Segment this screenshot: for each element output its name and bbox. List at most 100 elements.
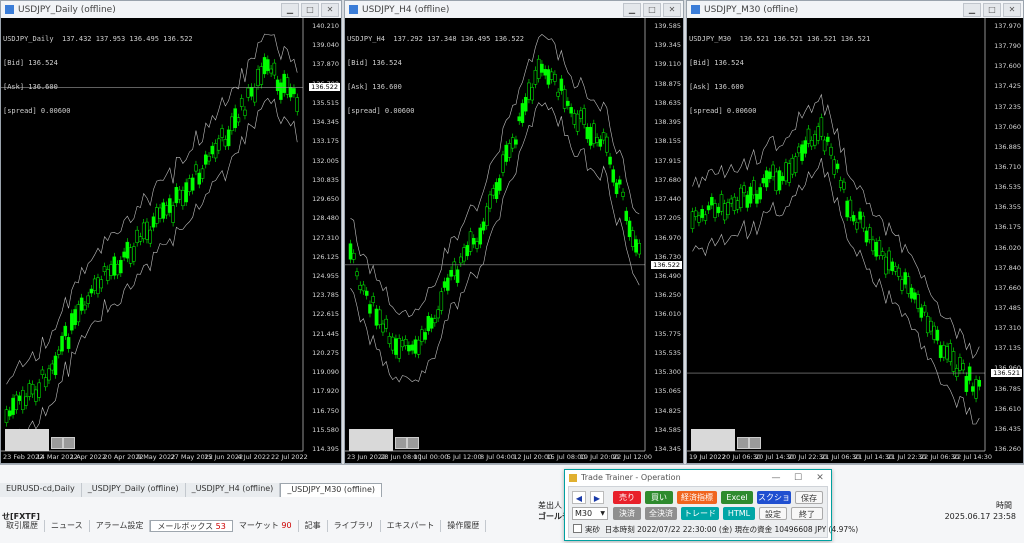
minimize-icon[interactable]: — [765, 473, 787, 483]
candle [472, 238, 476, 245]
y-tick-label: 136.785 [994, 384, 1021, 393]
upper-band-line [692, 93, 980, 359]
candle [53, 355, 58, 376]
trade-trainer-dialog[interactable]: Trade Trainer - Operation — ☐ ✕ ◀ ▶ 売り 買… [564, 469, 858, 541]
terminal-tab[interactable]: マーケット 90 [233, 520, 299, 532]
chart-title: USDJPY_Daily (offline) [18, 4, 116, 15]
terminal-tab[interactable]: アラーム設定 [90, 520, 151, 532]
y-tick-label: 134.345 [312, 118, 339, 127]
maximize-icon[interactable]: □ [301, 2, 319, 17]
symbol-tab[interactable]: _USDJPY_H4 (offline) [185, 483, 281, 497]
dialog-titlebar[interactable]: Trade Trainer - Operation — ☐ ✕ [565, 470, 831, 485]
settle-button[interactable]: 決済 [613, 507, 641, 520]
sell-button[interactable]: 売り [613, 491, 641, 504]
buy-button[interactable]: 買い [645, 491, 673, 504]
price-chart[interactable]: USDJPY_M30 136.521 136.521 136.521 136.5… [687, 18, 1023, 463]
symbol-tab[interactable]: _USDJPY_Daily (offline) [81, 483, 186, 497]
step-forward-button[interactable]: ▶ [590, 491, 604, 504]
terminal-tab[interactable]: メールボックス 53 [150, 520, 233, 532]
close-icon[interactable]: ✕ [1003, 2, 1021, 17]
y-tick-label: 137.915 [654, 156, 681, 165]
candle [70, 313, 74, 331]
candle [909, 287, 914, 299]
candle [536, 58, 541, 79]
y-tick-label: 140.210 [312, 22, 339, 30]
current-price-tag: 136.522 [651, 260, 682, 269]
price-chart[interactable]: USDJPY_Daily 137.432 137.953 136.495 136… [1, 18, 341, 463]
save-button[interactable]: 保存 [795, 491, 823, 504]
chart-titlebar[interactable]: USDJPY_H4 (offline) ▁ □ ✕ [345, 1, 683, 19]
html-button[interactable]: HTML [723, 507, 755, 520]
candle [207, 155, 211, 162]
chart-window-daily[interactable]: USDJPY_Daily (offline) ▁ □ ✕ USDJPY_Dail… [0, 0, 342, 464]
maximize-icon[interactable]: □ [643, 2, 661, 17]
settings-button[interactable]: 設定 [759, 507, 787, 520]
candle [693, 210, 698, 217]
step-back-button[interactable]: ◀ [572, 491, 586, 504]
candle [893, 265, 898, 272]
y-tick-label: 136.535 [994, 183, 1021, 192]
close-icon[interactable]: ✕ [321, 2, 339, 17]
maximize-icon[interactable]: ☐ [787, 473, 809, 483]
close-icon[interactable]: ✕ [663, 2, 681, 17]
terminal-tab[interactable]: 操作履歴 [441, 520, 487, 532]
terminal-tab[interactable]: ニュース [45, 520, 90, 532]
terminal-tab[interactable]: 記事 [299, 520, 328, 532]
live-checkbox[interactable] [573, 524, 582, 533]
candle [79, 297, 84, 311]
y-tick-label: 133.175 [312, 137, 339, 146]
candle [92, 278, 97, 291]
minimize-icon[interactable]: ▁ [963, 2, 981, 17]
chart-widget-icon[interactable] [51, 437, 63, 449]
settle-all-button[interactable]: 全決済 [645, 507, 677, 520]
y-tick-label: 127.310 [312, 233, 339, 242]
price-chart[interactable]: USDJPY_H4 137.292 137.348 136.495 136.52… [345, 18, 683, 463]
candle [896, 267, 901, 277]
candle [213, 143, 218, 159]
close-icon[interactable]: ✕ [809, 473, 831, 483]
status-text: 日本時刻 2022/07/22 22:30:00 (金) 現在の資金 10496… [604, 525, 859, 534]
economic-indicator-button[interactable]: 経済指標 [677, 491, 717, 504]
terminal-tab[interactable]: ライブラリ [328, 520, 381, 532]
maximize-icon[interactable]: □ [983, 2, 1001, 17]
candle [125, 241, 130, 259]
candle [436, 309, 440, 319]
screenshot-button[interactable]: スクショ [757, 491, 791, 504]
y-tick-label: 137.235 [994, 102, 1021, 111]
candle [592, 123, 596, 144]
timeframe-select[interactable]: M30 ▼ [572, 507, 608, 520]
terminal-tab[interactable]: エキスパート [381, 520, 442, 532]
y-tick-label: 135.300 [654, 368, 681, 377]
chart-widget-icon[interactable] [737, 437, 749, 449]
candle [449, 270, 453, 277]
y-tick-label: 121.445 [312, 329, 339, 338]
chart-widget-icon[interactable] [407, 437, 419, 449]
candle [809, 140, 814, 147]
terminal-tab[interactable]: 取引履歴 [0, 520, 45, 532]
excel-button[interactable]: Excel [721, 491, 753, 504]
chart-titlebar[interactable]: USDJPY_M30 (offline) ▁ □ ✕ [687, 1, 1023, 19]
chart-window-h4[interactable]: USDJPY_H4 (offline) ▁ □ ✕ USDJPY_H4 137.… [344, 0, 684, 464]
chart-widget-icon[interactable] [63, 437, 75, 449]
candle [761, 177, 766, 184]
candle [803, 140, 808, 154]
time-value: 2025.06.17 23:58 [944, 512, 1016, 521]
chart-window-m30[interactable]: USDJPY_M30 (offline) ▁ □ ✕ USDJPY_M30 13… [686, 0, 1024, 464]
candle [553, 74, 557, 82]
candle [777, 170, 782, 191]
chart-titlebar[interactable]: USDJPY_Daily (offline) ▁ □ ✕ [1, 1, 341, 19]
chart-widget-icon[interactable] [749, 437, 761, 449]
x-tick-label: 5 Jul 12:00 [446, 453, 482, 461]
candle [719, 194, 724, 212]
symbol-tab[interactable]: EURUSD-cd,Daily [0, 483, 82, 497]
minimize-icon[interactable]: ▁ [623, 2, 641, 17]
candle [822, 139, 827, 152]
symbol-tab[interactable]: _USDJPY_M30 (offline) [280, 483, 383, 497]
candle [14, 394, 19, 411]
trade-button[interactable]: トレード [681, 507, 719, 520]
candle [491, 188, 496, 196]
exit-button[interactable]: 終了 [791, 507, 823, 520]
chart-widget-icon[interactable] [395, 437, 407, 449]
candle [608, 156, 612, 165]
minimize-icon[interactable]: ▁ [281, 2, 299, 17]
